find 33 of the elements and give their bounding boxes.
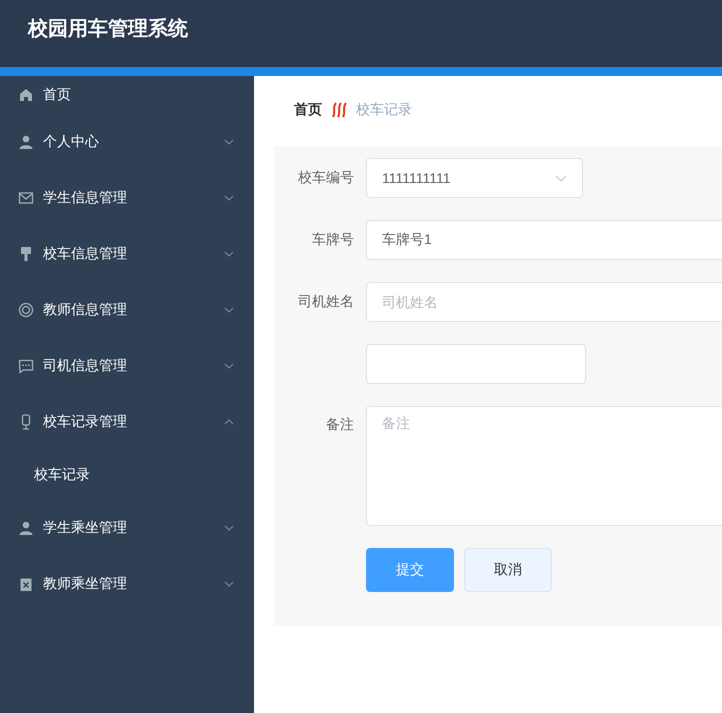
submenu-item[interactable]: 校车记录 bbox=[0, 450, 254, 500]
input-field[interactable]: 司机姓名 bbox=[366, 282, 722, 322]
menu-item[interactable]: 校车记录管理 bbox=[0, 394, 254, 450]
input-field[interactable] bbox=[366, 344, 586, 384]
menu-item[interactable]: 学生信息管理 bbox=[0, 170, 254, 226]
textarea-field[interactable]: 备注 bbox=[366, 406, 722, 526]
field-label: 备注 bbox=[326, 416, 354, 432]
cancel-button[interactable]: 取消 bbox=[464, 548, 552, 592]
field-label: 车牌号 bbox=[312, 231, 354, 247]
input-field[interactable]: 车牌号1 bbox=[366, 220, 722, 260]
menu-item[interactable]: 校车信息管理 bbox=[0, 226, 254, 282]
menu-item[interactable]: 学生乘坐管理 bbox=[0, 500, 254, 556]
ring-icon bbox=[18, 302, 34, 318]
chat-icon bbox=[18, 358, 34, 374]
menu-item[interactable]: 教师信息管理 bbox=[0, 282, 254, 338]
user-icon bbox=[18, 520, 34, 536]
breadcrumb-link[interactable]: 首页 bbox=[294, 101, 322, 119]
brush-icon bbox=[18, 246, 34, 262]
mail-icon bbox=[18, 190, 34, 206]
field-label: 司机姓名 bbox=[298, 293, 354, 309]
breadcrumb-current: 校车记录 bbox=[356, 101, 412, 119]
select-field[interactable]: 1111111111 bbox=[366, 158, 583, 198]
caret-icon bbox=[555, 174, 567, 182]
menu-item[interactable]: 司机信息管理 bbox=[0, 338, 254, 394]
user-icon bbox=[18, 134, 34, 150]
menu-item[interactable]: 首页 bbox=[0, 76, 254, 114]
menu-item[interactable]: 个人中心 bbox=[0, 114, 254, 170]
field-label: 校车编号 bbox=[298, 169, 354, 185]
clipboard-icon bbox=[18, 576, 34, 592]
home-icon bbox=[18, 87, 34, 103]
separator-icon bbox=[330, 102, 348, 118]
menu-item[interactable]: 教师乘坐管理 bbox=[0, 556, 254, 612]
app-title: 校园用车管理系统 bbox=[28, 16, 188, 42]
